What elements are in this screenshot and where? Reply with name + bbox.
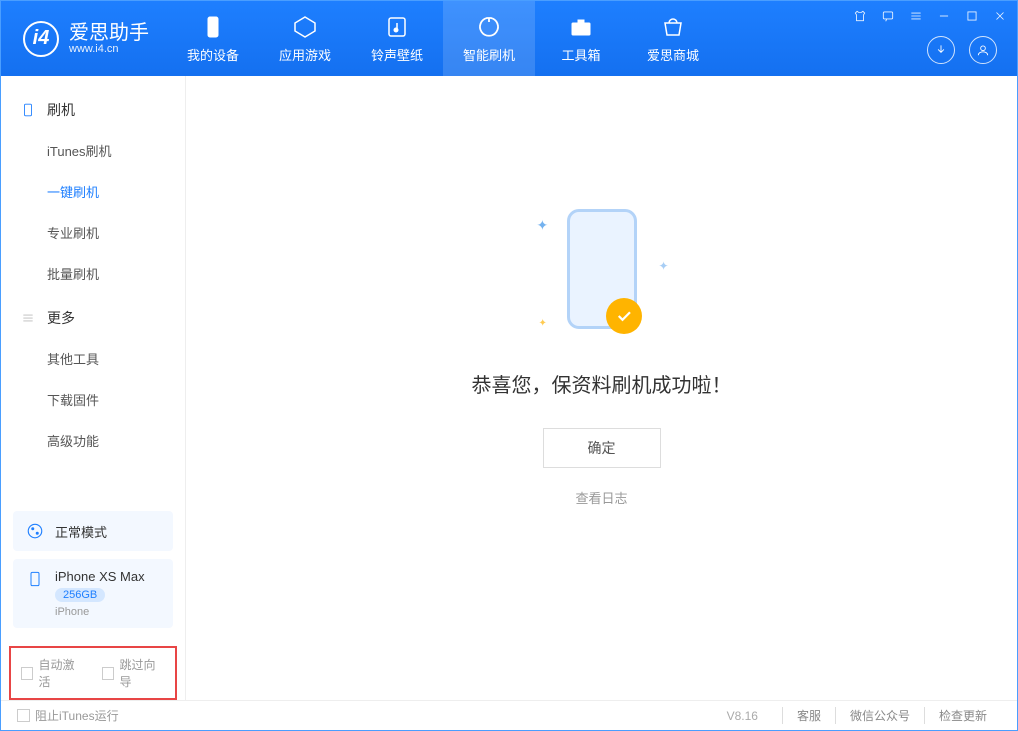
sidebar-section-more: 更多 其他工具 下载固件 高级功能 <box>1 298 185 461</box>
success-illustration: ✦ ✦ ✦ <box>557 209 647 339</box>
footer: 阻止iTunes运行 V8.16 客服 微信公众号 检查更新 <box>1 700 1017 730</box>
sidebar-item-advanced[interactable]: 高级功能 <box>1 420 185 461</box>
sidebar-item-other-tools[interactable]: 其他工具 <box>1 338 185 379</box>
device-name: iPhone XS Max <box>55 569 145 584</box>
footer-left: 阻止iTunes运行 <box>17 707 119 724</box>
device-icon <box>200 14 226 40</box>
close-button[interactable] <box>993 9 1007 23</box>
checkbox-icon <box>21 667 33 680</box>
ok-button[interactable]: 确定 <box>543 428 661 468</box>
main-content: ✦ ✦ ✦ 恭喜您，保资料刷机成功啦！ 确定 查看日志 <box>186 76 1017 700</box>
footer-right: V8.16 客服 微信公众号 检查更新 <box>713 707 1001 724</box>
app-title-block: 爱思助手 www.i4.cn <box>69 23 149 55</box>
feedback-icon[interactable] <box>881 9 895 23</box>
logo-area: i4 爱思助手 www.i4.cn <box>1 21 167 57</box>
sidebar-item-itunes-flash[interactable]: iTunes刷机 <box>1 130 185 171</box>
more-icon <box>21 310 37 326</box>
nav-tabs: 我的设备 应用游戏 铃声壁纸 智能刷机 工具箱 爱思商城 <box>167 1 719 76</box>
footer-link-update[interactable]: 检查更新 <box>924 707 1001 724</box>
maximize-button[interactable] <box>965 9 979 23</box>
app-url: www.i4.cn <box>69 43 149 55</box>
window-controls <box>853 9 1007 23</box>
checkmark-badge-icon <box>606 298 642 334</box>
menu-icon[interactable] <box>909 9 923 23</box>
device-panels: 正常模式 iPhone XS Max 256GB iPhone <box>1 511 185 646</box>
body-area: 刷机 iTunes刷机 一键刷机 专业刷机 批量刷机 更多 其他工具 下载固件 … <box>1 76 1017 700</box>
ringtone-icon <box>384 14 410 40</box>
sparkle-icon: ✦ <box>658 259 668 273</box>
success-message: 恭喜您，保资料刷机成功啦！ <box>472 369 732 398</box>
device-card[interactable]: iPhone XS Max 256GB iPhone <box>13 559 173 628</box>
section-title-more: 更多 <box>1 298 185 338</box>
checkbox-icon <box>17 709 30 722</box>
checkbox-icon <box>102 667 114 680</box>
device-storage: 256GB <box>55 588 105 602</box>
mode-card[interactable]: 正常模式 <box>13 511 173 551</box>
nav-tab-device[interactable]: 我的设备 <box>167 1 259 76</box>
device-type: iPhone <box>55 606 145 618</box>
sidebar: 刷机 iTunes刷机 一键刷机 专业刷机 批量刷机 更多 其他工具 下载固件 … <box>1 76 186 700</box>
sidebar-item-pro-flash[interactable]: 专业刷机 <box>1 212 185 253</box>
phone-outline-icon <box>567 209 637 329</box>
nav-tab-apps[interactable]: 应用游戏 <box>259 1 351 76</box>
minimize-button[interactable] <box>937 9 951 23</box>
options-row: 自动激活 跳过向导 <box>9 646 177 700</box>
profile-button[interactable] <box>969 36 997 64</box>
sparkle-icon: ✦ <box>537 217 549 234</box>
nav-tab-ringtone[interactable]: 铃声壁纸 <box>351 1 443 76</box>
sidebar-item-batch-flash[interactable]: 批量刷机 <box>1 253 185 294</box>
sidebar-item-download-firmware[interactable]: 下载固件 <box>1 379 185 420</box>
option-skip-guide[interactable]: 跳过向导 <box>102 656 165 690</box>
shirt-icon[interactable] <box>853 9 867 23</box>
sparkle-icon: ✦ <box>539 318 547 329</box>
section-title-flash: 刷机 <box>1 90 185 130</box>
option-auto-activate[interactable]: 自动激活 <box>21 656 84 690</box>
device-phone-icon <box>25 569 45 589</box>
app-header: i4 爱思助手 www.i4.cn 我的设备 应用游戏 铃声壁纸 智能刷机 工具… <box>1 1 1017 76</box>
toolbox-icon <box>568 14 594 40</box>
footer-link-wechat[interactable]: 微信公众号 <box>835 707 924 724</box>
sidebar-section-flash: 刷机 iTunes刷机 一键刷机 专业刷机 批量刷机 <box>1 90 185 294</box>
phone-icon <box>21 102 37 118</box>
mode-icon <box>25 521 45 541</box>
apps-icon <box>292 14 318 40</box>
header-right-icons <box>927 36 997 64</box>
nav-tab-flash[interactable]: 智能刷机 <box>443 1 535 76</box>
app-name: 爱思助手 <box>69 23 149 43</box>
option-block-itunes[interactable]: 阻止iTunes运行 <box>17 707 119 724</box>
version-label: V8.16 <box>713 709 772 723</box>
store-icon <box>660 14 686 40</box>
nav-tab-store[interactable]: 爱思商城 <box>627 1 719 76</box>
view-log-link[interactable]: 查看日志 <box>575 488 627 507</box>
footer-link-service[interactable]: 客服 <box>782 707 835 724</box>
mode-label: 正常模式 <box>55 522 107 541</box>
sidebar-item-oneclick-flash[interactable]: 一键刷机 <box>1 171 185 212</box>
app-logo-icon: i4 <box>23 21 59 57</box>
nav-tab-toolbox[interactable]: 工具箱 <box>535 1 627 76</box>
flash-icon <box>476 14 502 40</box>
download-button[interactable] <box>927 36 955 64</box>
